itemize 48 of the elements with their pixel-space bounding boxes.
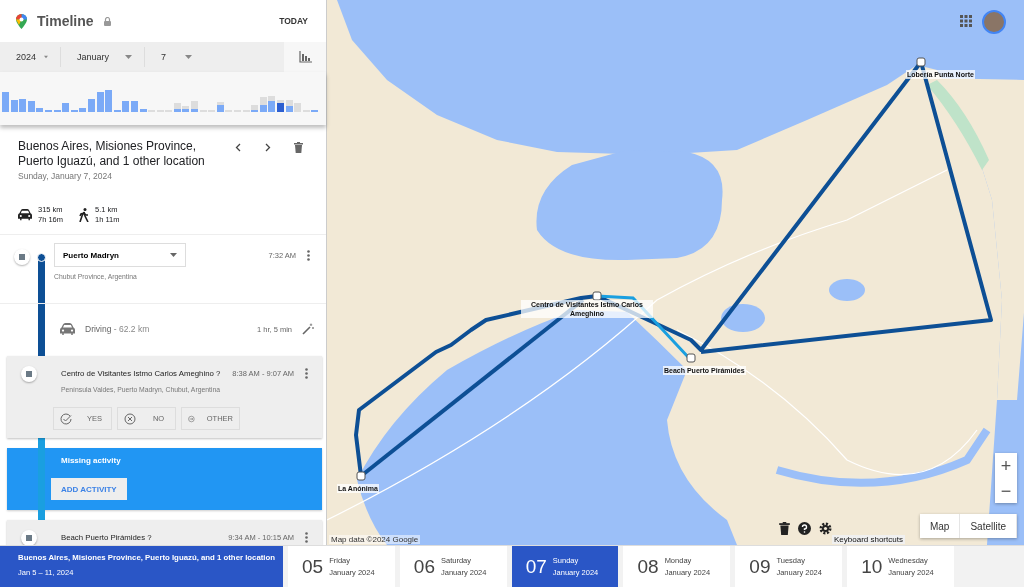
route-stop-icon[interactable] [592,291,602,301]
walking-person-icon [79,208,90,222]
zoom-out-button[interactable]: − [995,478,1017,503]
magic-wand-icon [302,323,314,335]
help-icon[interactable] [798,522,811,535]
map-attribution: Map data ©2024 Google [329,535,421,544]
chart-toggle-button[interactable] [284,42,326,72]
zoom-in-button[interactable]: + [995,453,1017,478]
more-vertical-icon [304,367,308,379]
date-dropdown[interactable]: 7 [144,47,204,67]
bar-chart-icon [298,51,312,63]
trash-icon [293,141,303,153]
route-stop-icon[interactable] [916,57,926,67]
timeline-title: Timeline [37,13,94,29]
more-vertical-icon [306,249,310,261]
settings-icon[interactable] [819,522,832,535]
missing-activity-title: Missing activity [60,456,122,465]
car-icon [18,209,32,221]
dropdown-arrow-icon [44,55,48,59]
timeline-dot [37,253,46,262]
dropdown-arrow-icon [185,55,192,59]
map-pin-logo-icon [16,13,27,29]
map-type-button[interactable]: Map [919,514,961,538]
more-vertical-icon [304,531,308,543]
place-marker-icon [21,530,37,545]
dropdown-arrow-icon [170,253,177,257]
apps-grid-icon[interactable] [960,15,972,27]
date-dropdown[interactable]: January [60,47,144,67]
day-summary-title: Buenos Aires, Misiones Province, Puerto Iguazú, and 1 other location [18,139,206,169]
day-date: Sunday, January 7, 2024 [18,171,113,181]
date-dropdown[interactable]: 2024 [0,47,60,67]
place-marker-icon [14,249,30,265]
place-dropdown[interactable]: Puerto Madryn [54,243,186,267]
chevron-left-icon [235,142,241,152]
check-circle-icon [60,412,72,425]
keyboard-shortcuts-link[interactable]: Keyboard shortcuts [832,535,905,544]
route-stop-icon[interactable] [686,353,696,363]
dropdown-arrow-icon [125,55,132,59]
lock-icon [103,16,111,26]
map-type-button[interactable]: Satellite [960,514,1017,538]
place-marker-icon [21,366,37,382]
car-icon [60,323,75,335]
cancel-circle-icon [124,412,136,425]
today-button[interactable]: TODAY [275,12,312,30]
route-stop-icon[interactable] [356,471,366,481]
trash-icon[interactable] [779,522,790,535]
activity-label: Driving - 62.2 km [85,324,150,334]
chevron-right-icon [265,142,271,152]
